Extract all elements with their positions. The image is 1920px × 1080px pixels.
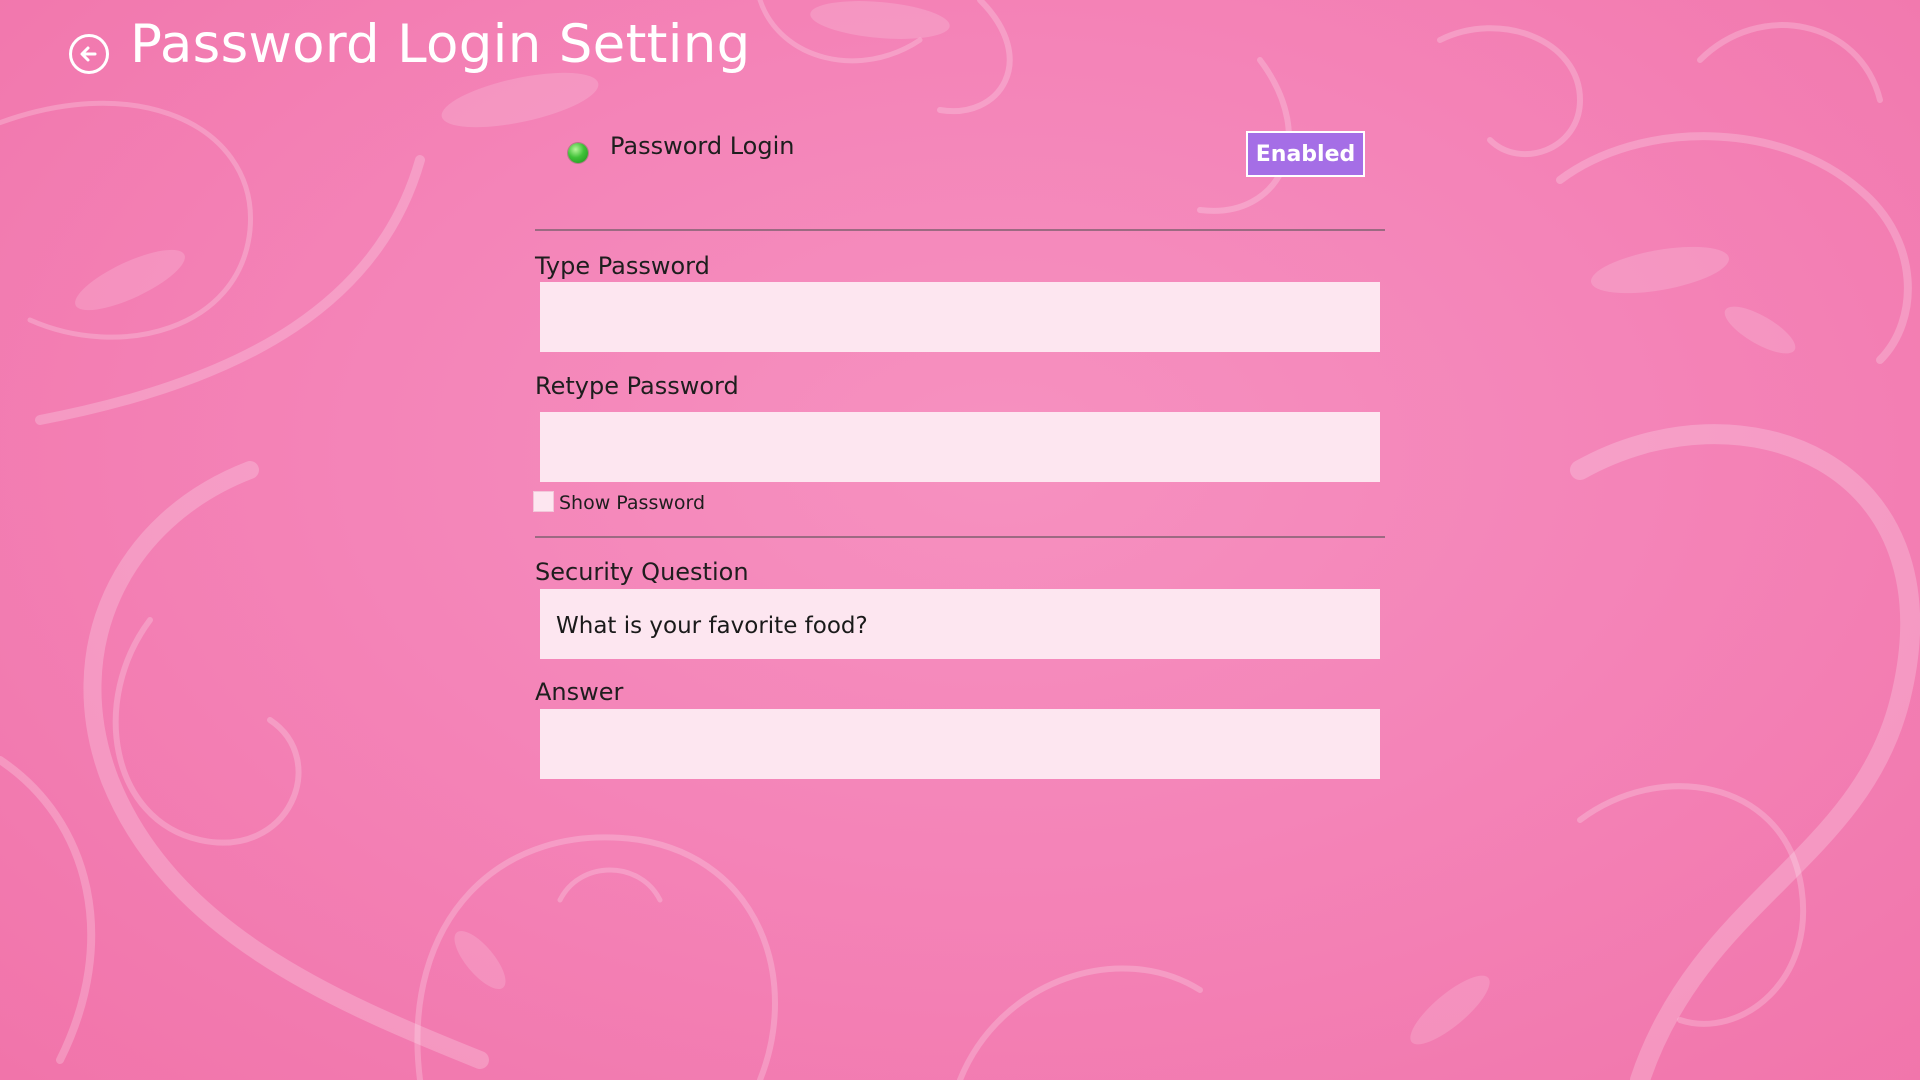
answer-input[interactable]	[540, 709, 1380, 779]
status-indicator-icon	[568, 143, 588, 163]
answer-label: Answer	[535, 678, 624, 706]
arrow-left-icon	[80, 46, 97, 62]
show-password-label[interactable]: Show Password	[559, 492, 705, 514]
back-button[interactable]	[69, 34, 109, 74]
type-password-input[interactable]	[540, 282, 1380, 352]
background-floral-pattern	[0, 0, 1920, 1080]
retype-password-input[interactable]	[540, 412, 1380, 482]
type-password-label: Type Password	[535, 252, 710, 280]
enabled-toggle-button[interactable]: Enabled	[1246, 131, 1365, 177]
security-question-input[interactable]	[540, 589, 1380, 659]
divider	[535, 229, 1385, 231]
security-question-label: Security Question	[535, 558, 749, 586]
page-title: Password Login Setting	[130, 14, 751, 75]
retype-password-label: Retype Password	[535, 372, 739, 400]
divider	[535, 536, 1385, 538]
show-password-checkbox[interactable]	[533, 491, 554, 512]
password-login-label: Password Login	[610, 132, 795, 160]
